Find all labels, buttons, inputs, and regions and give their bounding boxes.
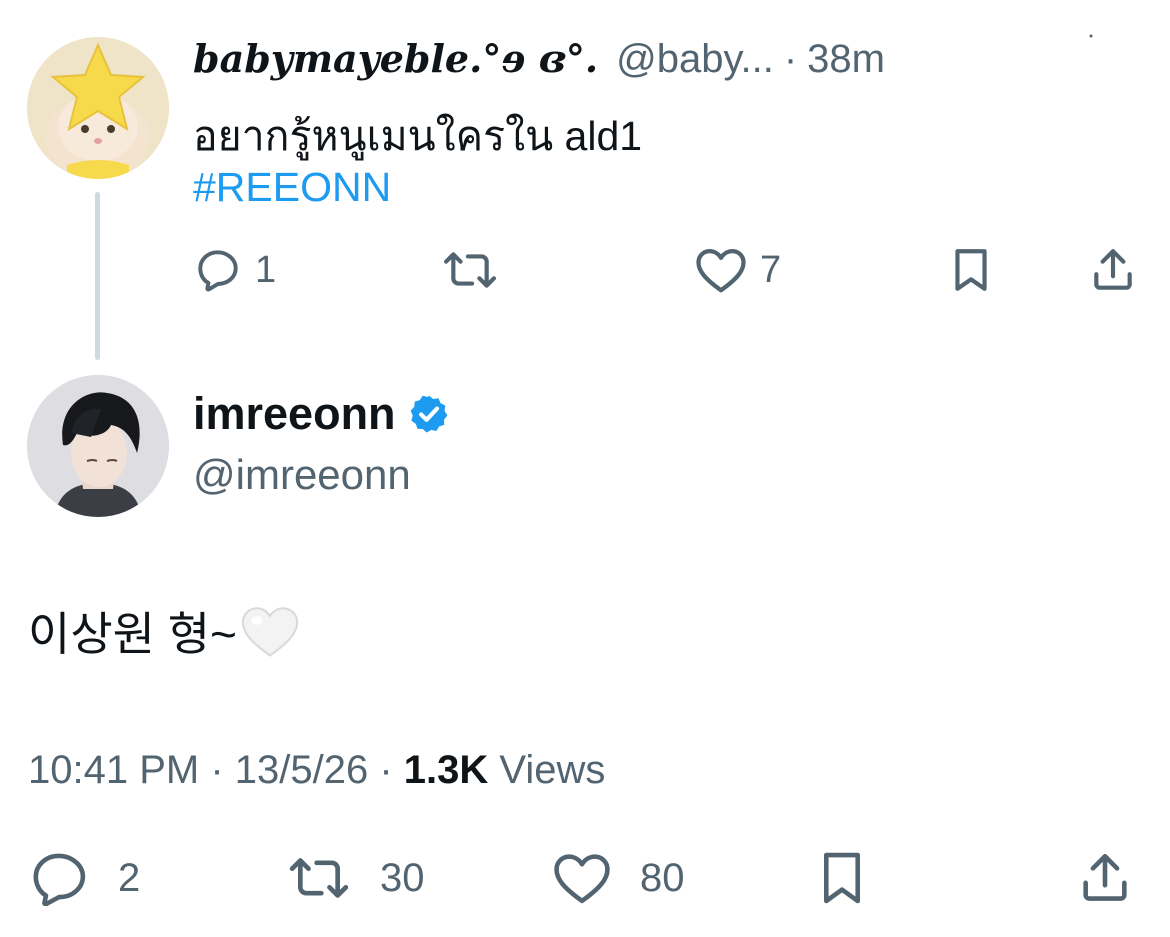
parent-tweet-text: อยากรู้หนูเมนใครใน ald1 — [193, 113, 643, 159]
thread-connector-line — [95, 192, 100, 360]
main-like-count: 80 — [640, 855, 685, 900]
meta-separator: · — [199, 748, 235, 792]
parent-like-button[interactable]: 7 — [694, 244, 781, 296]
verified-badge-icon[interactable] — [408, 393, 450, 435]
heart-icon — [696, 248, 746, 293]
parent-avatar[interactable] — [27, 37, 169, 179]
retweet-icon — [443, 252, 497, 288]
tweet-time[interactable]: 10:41 PM — [28, 748, 199, 792]
main-share-button[interactable] — [1076, 850, 1134, 906]
main-bookmark-button[interactable] — [812, 850, 872, 906]
meta-separator: · — [368, 748, 404, 792]
views-label: Views — [488, 748, 606, 792]
parent-share-button[interactable] — [1088, 244, 1138, 296]
parent-timestamp[interactable]: 38m — [807, 37, 885, 82]
reply-icon — [33, 853, 86, 906]
bookmark-icon — [955, 249, 987, 291]
more-options-icon[interactable] — [1088, 32, 1094, 38]
parent-display-name[interactable]: babymayeble.°ɘ ɞ°. — [193, 36, 598, 81]
parent-reply-count: 1 — [255, 248, 277, 291]
main-like-button[interactable]: 80 — [550, 850, 685, 906]
parent-reply-button[interactable]: 1 — [193, 244, 276, 296]
parent-retweet-button[interactable] — [440, 244, 500, 296]
parent-header-separator: · — [783, 37, 798, 81]
tweet-metadata: 10:41 PM · 13/5/26 · 1.3K Views — [28, 748, 605, 793]
main-tweet-text-row: 이상원 형~ — [28, 598, 301, 664]
parent-handle[interactable]: @baby... — [616, 37, 774, 82]
bookmark-icon — [823, 852, 861, 904]
reply-icon — [198, 250, 238, 292]
retweet-icon — [289, 858, 349, 898]
hashtag-link[interactable]: #REEONN — [193, 164, 391, 211]
share-icon — [1083, 853, 1127, 901]
white-heart-emoji-icon — [241, 607, 299, 657]
main-handle[interactable]: @imreeonn — [193, 451, 411, 499]
tweet-date[interactable]: 13/5/26 — [235, 748, 368, 792]
main-retweet-button[interactable]: 30 — [284, 850, 425, 906]
main-tweet-text: 이상원 형~ — [28, 608, 237, 660]
main-avatar[interactable] — [27, 375, 169, 517]
main-reply-button[interactable]: 2 — [28, 850, 140, 906]
heart-icon — [554, 854, 610, 904]
parent-like-count: 7 — [760, 248, 782, 291]
share-icon — [1094, 249, 1132, 290]
main-display-name-row: imreeonn — [193, 388, 450, 440]
cat-star-hat-avatar-image — [27, 37, 169, 179]
parent-tweet-header: babymayeble.°ɘ ɞ°. @baby... · 38m — [193, 36, 885, 86]
parent-bookmark-button[interactable] — [946, 244, 996, 296]
main-reply-count: 2 — [118, 855, 141, 900]
views-count[interactable]: 1.3K — [404, 748, 489, 792]
main-display-name[interactable]: imreeonn — [193, 388, 396, 440]
profile-photo-image — [27, 375, 169, 517]
main-retweet-count: 30 — [380, 855, 425, 900]
